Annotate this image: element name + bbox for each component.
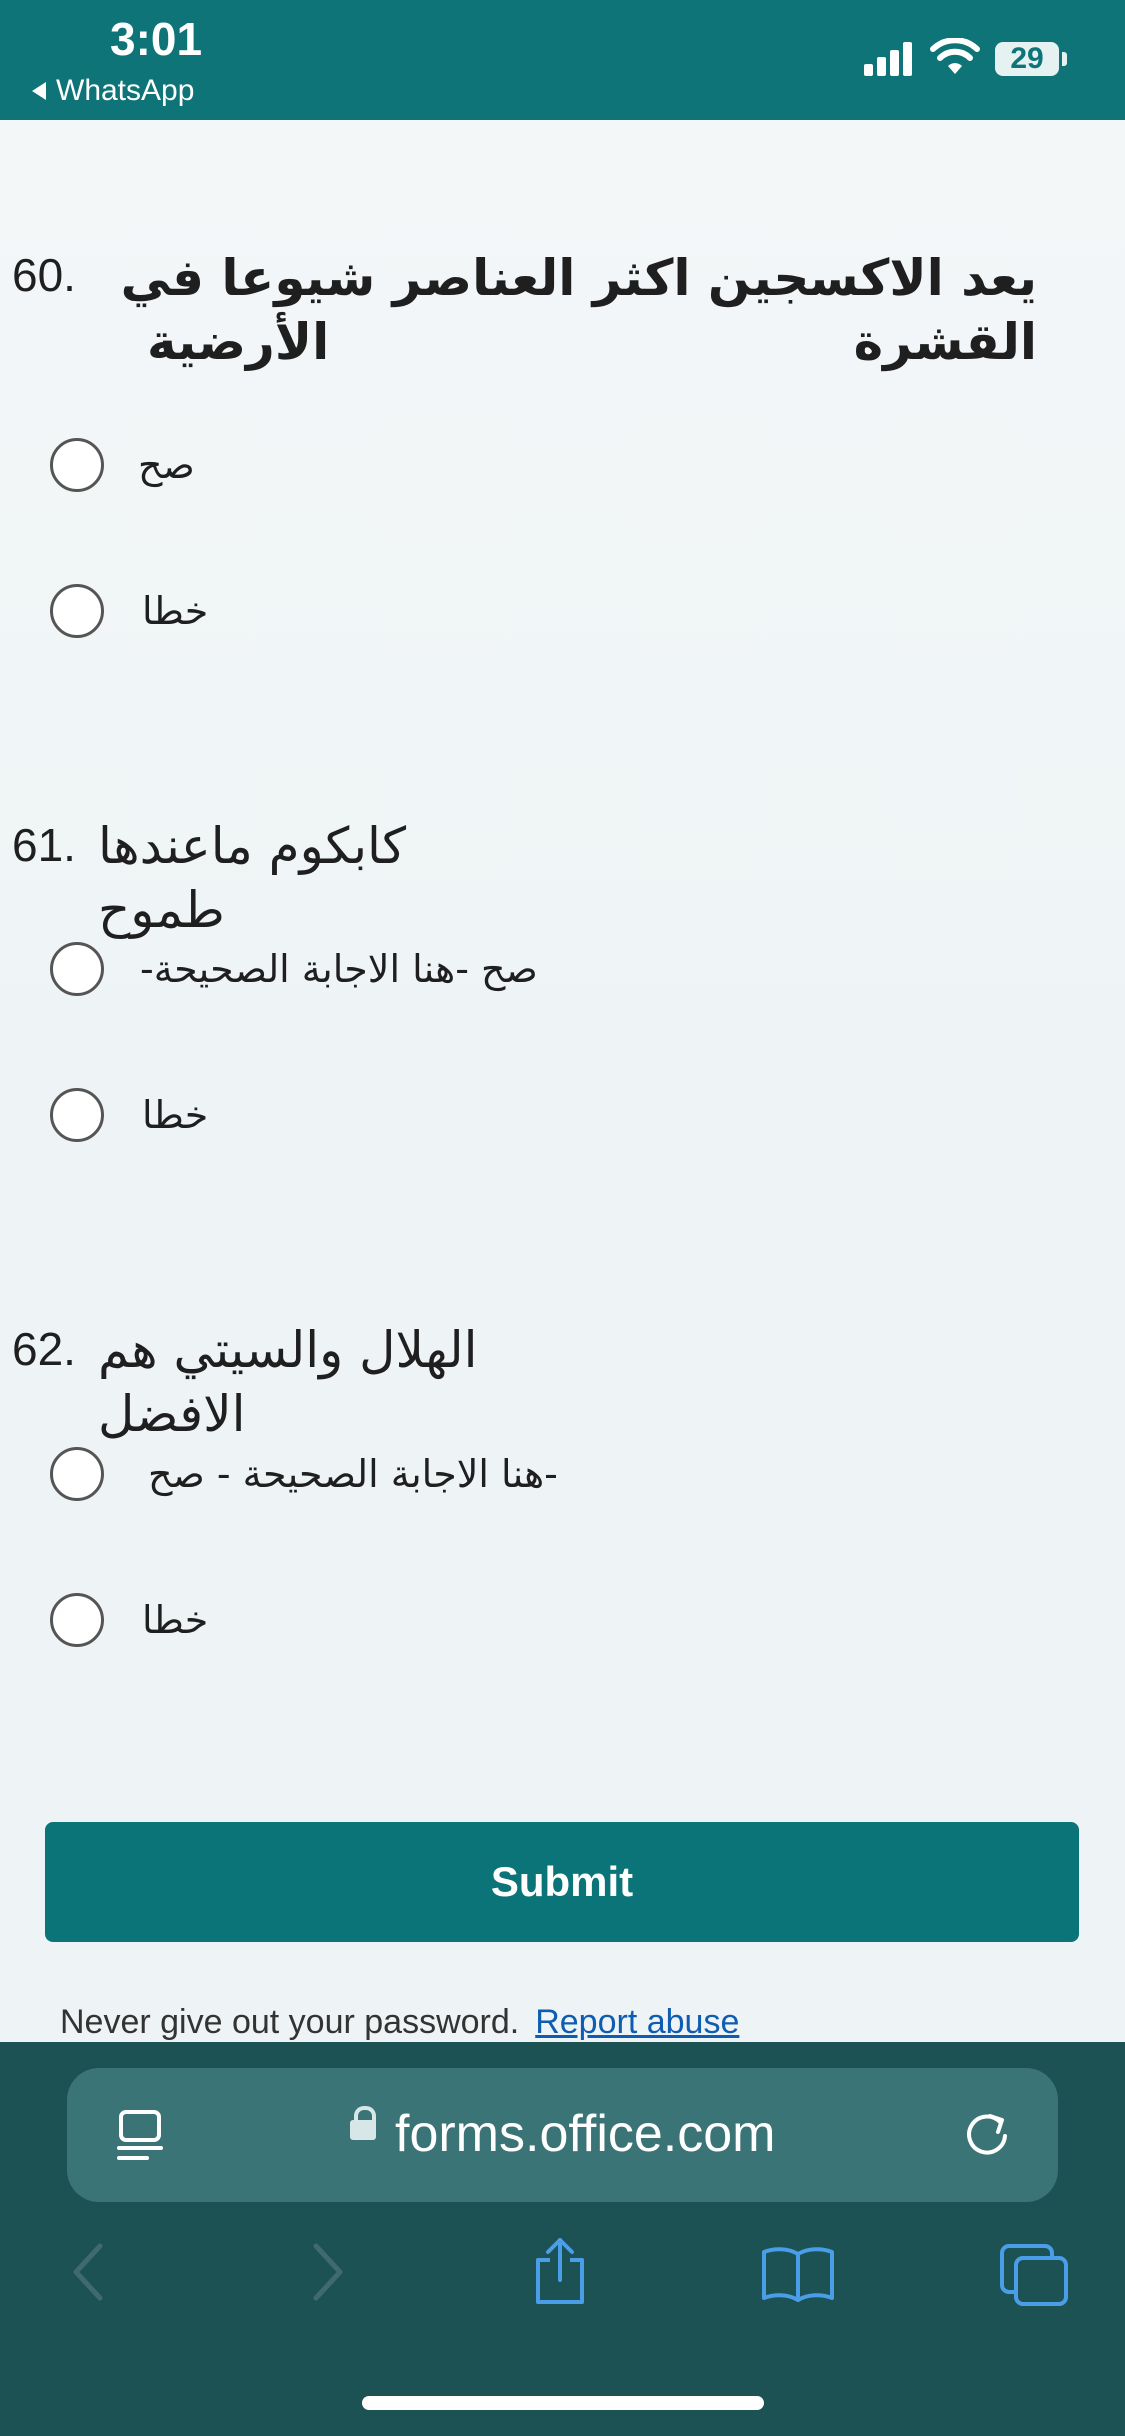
question-62-option-2[interactable] <box>50 1588 104 1652</box>
bookmarks-icon[interactable] <box>760 2244 836 2304</box>
question-61-number: 61. <box>12 819 76 871</box>
form-page <box>0 120 1125 2042</box>
wifi-icon <box>930 38 980 74</box>
battery-icon: 29 <box>995 42 1059 76</box>
home-indicator <box>362 2396 764 2410</box>
question-61-option-2-label[interactable]: خطا <box>142 1093 208 1137</box>
tabs-icon[interactable] <box>996 2240 1072 2310</box>
lock-icon <box>350 2106 376 2140</box>
radio-button[interactable] <box>50 942 104 996</box>
submit-button[interactable]: Submit <box>45 1822 1079 1942</box>
question-61-option-1[interactable] <box>50 937 104 1001</box>
question-60-option-2-label[interactable]: خطا <box>142 589 208 633</box>
status-bar: 3:01 WhatsApp 29 <box>0 0 1125 120</box>
share-icon[interactable] <box>530 2236 590 2306</box>
question-60-option-1[interactable] <box>50 433 104 497</box>
question-62-text: الهلال والسيتي هم الافضل <box>98 1321 478 1443</box>
radio-button[interactable] <box>50 584 104 638</box>
question-60-text-line2: الأرضية <box>147 313 330 371</box>
back-icon[interactable] <box>66 2240 110 2304</box>
forward-icon[interactable] <box>306 2240 350 2304</box>
reader-icon[interactable] <box>115 2108 165 2162</box>
question-60-option-1-label[interactable]: صح <box>138 443 195 487</box>
radio-button[interactable] <box>50 1447 104 1501</box>
question-62-option-1-label[interactable]: -هنا الاجابة الصحيحة - صح <box>148 1452 558 1496</box>
radio-button[interactable] <box>50 1088 104 1142</box>
question-61-text: كابكوم ماعندها طموح <box>98 817 407 939</box>
radio-button[interactable] <box>50 438 104 492</box>
report-abuse-link[interactable]: Report abuse <box>535 2003 739 2041</box>
question-62-option-2-label[interactable]: خطا <box>142 1598 208 1642</box>
footer-note: Never give out your password. Report abus… <box>60 2003 739 2042</box>
question-61-option-2[interactable] <box>50 1083 104 1147</box>
back-app-label: WhatsApp <box>56 74 195 107</box>
reload-icon[interactable] <box>962 2106 1012 2160</box>
question-61-option-1-label[interactable]: صح -هنا الاجابة الصحيحة- <box>140 947 538 991</box>
back-to-app[interactable]: WhatsApp <box>32 74 194 108</box>
radio-button[interactable] <box>50 1593 104 1647</box>
back-triangle-icon <box>32 82 46 100</box>
battery-nub <box>1062 52 1067 66</box>
password-warning: Never give out your password. <box>60 2003 520 2041</box>
question-62-number: 62. <box>12 1323 76 1375</box>
url-text[interactable]: forms.office.com <box>395 2104 775 2164</box>
question-62-option-1[interactable] <box>50 1442 104 1506</box>
question-60-option-2[interactable] <box>50 579 104 643</box>
signal-icon <box>864 42 912 76</box>
status-time: 3:01 <box>110 13 203 65</box>
